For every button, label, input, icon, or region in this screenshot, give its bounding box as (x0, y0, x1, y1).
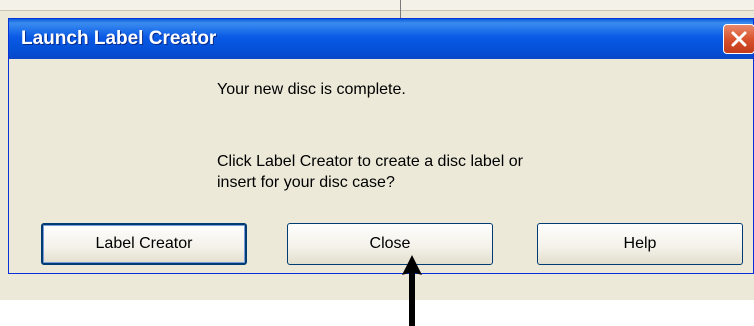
label-creator-button[interactable]: Label Creator (41, 223, 247, 265)
help-button[interactable]: Help (537, 223, 743, 265)
up-arrow-icon (402, 255, 422, 326)
close-x-icon (731, 31, 747, 47)
background-divider (400, 0, 401, 20)
prompt-message-line1: Click Label Creator to create a disc lab… (217, 153, 523, 170)
launch-label-creator-dialog: Launch Label Creator Your new disc is co… (8, 18, 754, 274)
dialog-titlebar[interactable]: Launch Label Creator (9, 19, 754, 59)
dialog-title: Launch Label Creator (21, 28, 217, 49)
completion-message: Your new disc is complete. (217, 81, 406, 98)
prompt-message-line2: insert for your disc case? (217, 174, 395, 191)
window-close-button[interactable] (723, 24, 754, 54)
dialog-body: Your new disc is complete. Click Label C… (12, 59, 750, 270)
close-button[interactable]: Close (287, 223, 493, 265)
background-toolbar-strip (0, 0, 754, 11)
